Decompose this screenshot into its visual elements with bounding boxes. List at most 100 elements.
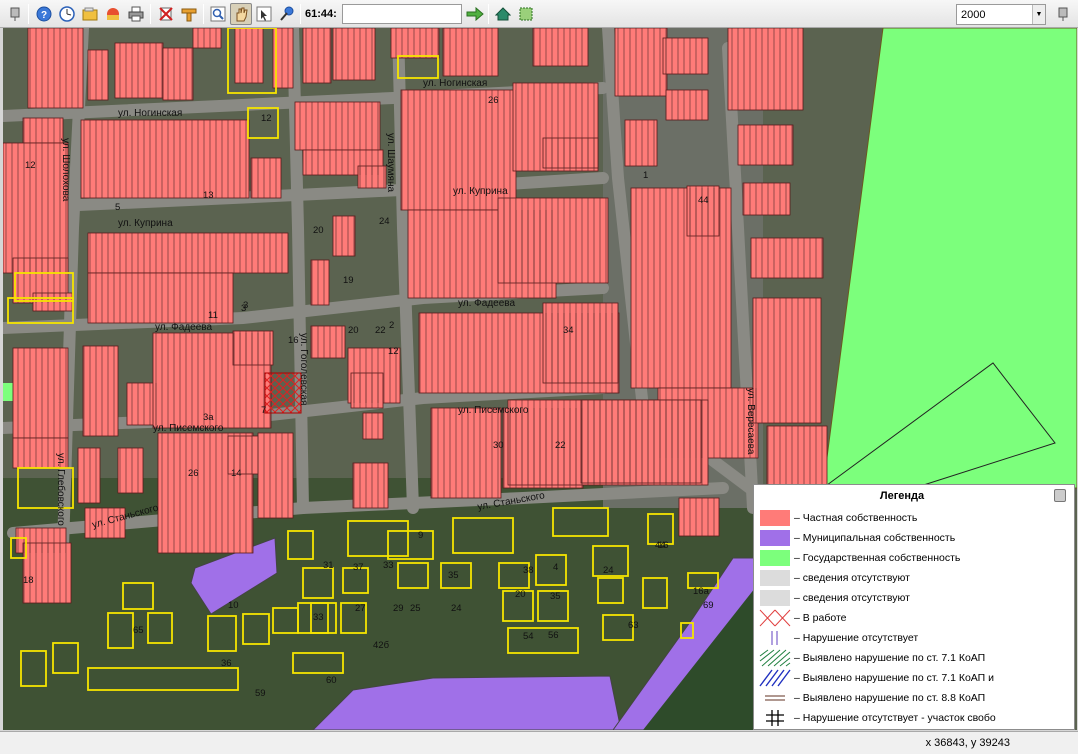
legend-swatch [758,669,792,687]
plot-number-label: 34 [563,325,574,336]
plot-number-label: 16 [658,540,669,551]
svg-text:?: ? [41,10,47,21]
legend-item: – Выявлено нарушение по ст. 7.1 КоАП и [758,669,1070,687]
legend-swatch [758,529,792,547]
legend-pin-icon[interactable] [1054,489,1066,502]
ruler-icon[interactable] [178,3,200,25]
plot-number-label: 13 [203,190,214,201]
plot-number-label: 36 [221,658,232,669]
plot-number-label: 38 [523,565,534,576]
legend-swatch [758,709,792,727]
legend-label: – Муниципальная собственность [794,532,956,544]
legend-swatch [758,649,792,667]
plot-number-label: 35 [448,570,459,581]
legend-item: – В работе [758,609,1070,627]
plot-number-label: 56 [548,630,559,641]
street-label: ул. Фадеева [458,298,515,309]
plot-number-label: 26 [488,95,499,106]
plot-number-label: 26 [188,468,199,479]
plot-number-label: 11 [208,310,218,321]
plot-number-label: 24 [379,216,390,227]
legend-label: – Нарушение отсутствует [794,632,919,644]
cursor-coordinates: x 36843, y 39243 [925,737,1010,749]
layers-icon[interactable] [102,3,124,25]
plot-number-label: 63 [628,620,639,631]
plot-number-label: 24 [451,603,462,614]
plot-number-label: 42б [373,640,390,651]
pin-icon[interactable] [4,3,26,25]
chevron-down-icon[interactable]: ▼ [1032,5,1045,24]
plot-number-label: 30 [493,440,504,451]
print-icon[interactable] [125,3,147,25]
clock-icon[interactable] [56,3,78,25]
legend-item: – Нарушение отсутствует - участок свобо [758,709,1070,727]
plot-number-label: 25 [410,603,421,614]
plot-number-label: 16 [288,335,299,346]
plot-number-label: 20 [515,589,526,600]
street-label: ул. Писемского [458,405,529,416]
legend-label: – Выявлено нарушение по ст. 7.1 КоАП и [794,672,995,684]
pan-icon[interactable] [230,3,252,25]
legend-swatch [758,629,792,647]
street-label: ул. Глебовского [55,453,67,526]
street-label: ул. Шаумяна [385,133,396,192]
legend-item: – сведения отсутствуют [758,569,1070,587]
scale-value: 2000 [961,9,986,21]
plot-number-label: 20 [313,225,324,236]
street-label: ул. Ногинская [423,78,487,89]
plot-number-label: 33 [383,560,394,571]
status-bar: x 36843, y 39243 [0,731,1078,754]
legend-title: Легенда [879,490,925,502]
plot-number-label: 33 [313,612,324,623]
plot-number-label: 3 [243,300,248,311]
legend-swatch [758,549,792,567]
extent-icon[interactable] [515,3,537,25]
delete-icon[interactable] [155,3,177,25]
plot-number-label: 54 [523,631,534,642]
legend-label: – сведения отсутствуют [794,572,910,584]
plot-number-label: 9 [418,530,423,541]
street-label: ул. Фадеева [155,322,212,333]
help-icon[interactable]: ? [33,3,55,25]
street-label: ул. Шолохова [60,138,71,202]
plot-number-label: 22 [375,325,386,336]
scale-dropdown[interactable]: 2000 ▼ [956,4,1046,25]
plot-number-label: 1 [643,170,648,181]
plot-number-label: 20 [348,325,359,336]
legend-item: – Частная собственность [758,509,1070,527]
locate-icon[interactable] [276,3,298,25]
street-label: ул. Гоголевская [298,333,309,405]
zoom-icon[interactable] [207,3,229,25]
plot-number-label: 31 [323,560,334,571]
plot-number-label: 16а [693,586,710,597]
legend-label: – Выявлено нарушение по ст. 7.1 КоАП [794,652,986,664]
legend-swatch [758,589,792,607]
open-folder-icon[interactable] [79,3,101,25]
go-arrow-icon[interactable] [464,3,486,25]
identify-icon[interactable] [253,3,275,25]
plot-number-label: 2 [389,320,394,331]
legend-swatch [758,689,792,707]
street-label: ул. Куприна [118,218,173,229]
legend-swatch [758,509,792,527]
legend-label: – Выявлено нарушение по ст. 8.8 КоАП [794,692,986,704]
plot-number-label: 27 [355,603,366,614]
legend-item: – Государственная собственность [758,549,1070,567]
cadastral-number-input[interactable] [342,4,462,24]
pin-right-icon[interactable] [1052,3,1074,25]
plot-number-label: 3а [203,412,214,423]
plot-number-label: 22 [555,440,566,451]
plot-number-label: 5 [115,202,120,213]
plot-number-label: 10 [228,600,239,611]
toolbar: ? 61:44: 2000 ▼ [0,0,1078,28]
legend-label: – Нарушение отсутствует - участок свобо [794,712,996,724]
plot-number-label: 29 [393,603,404,614]
plot-number-label: 19 [343,275,354,286]
plot-number-label: 4 [553,562,558,573]
plot-number-label: 12 [25,160,36,171]
legend-label: – сведения отсутствуют [794,592,910,604]
legend-item: – Выявлено нарушение по ст. 8.8 КоАП [758,689,1070,707]
plot-number-label: 12 [261,113,272,124]
legend-item: – Муниципальная собственность [758,529,1070,547]
home-icon[interactable] [492,3,514,25]
